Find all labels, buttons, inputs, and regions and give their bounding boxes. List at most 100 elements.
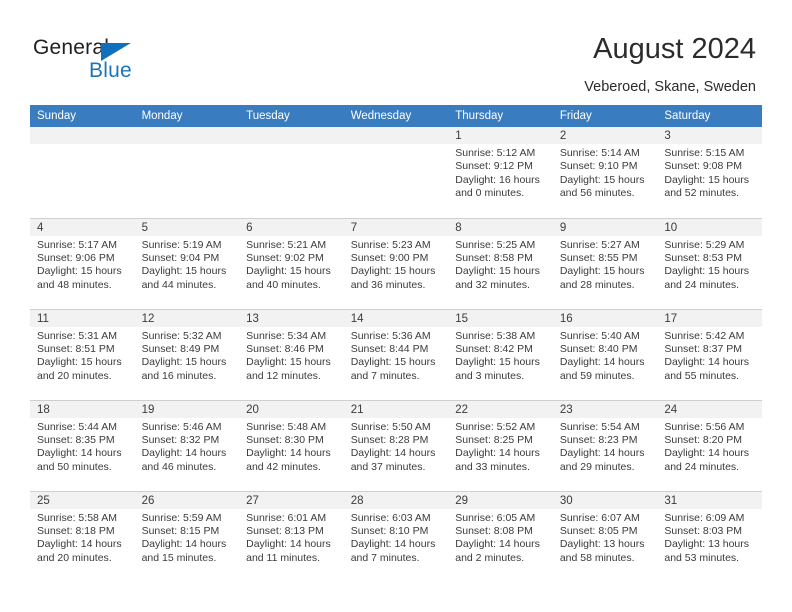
sunrise-text: Sunrise: 5:36 AM xyxy=(350,329,431,342)
calendar-day-cell[interactable]: 27 Sunrise: 6:01 AM Sunset: 8:13 PM Dayligh… xyxy=(239,490,344,582)
day-number xyxy=(134,127,240,144)
weekday-header-friday: Friday xyxy=(552,105,658,127)
calendar-day-cell[interactable]: 6 Sunrise: 5:21 AM Sunset: 9:02 PM Daylight… xyxy=(239,217,344,309)
daylight-text-line1: Daylight: 14 hours xyxy=(141,447,227,460)
daylight-text-line2: and 56 minutes. xyxy=(559,187,635,200)
day-number: 4 xyxy=(30,218,135,236)
daylight-text-line2: and 52 minutes. xyxy=(664,187,740,200)
daylight-text-line1: Daylight: 14 hours xyxy=(37,538,122,551)
sunrise-text: Sunrise: 5:14 AM xyxy=(559,147,640,159)
calendar-cell-empty xyxy=(30,127,135,218)
daylight-text-line1: Daylight: 15 hours xyxy=(664,265,750,278)
day-number: 29 xyxy=(448,491,553,509)
day-details: Sunrise: 6:05 AM Sunset: 8:08 PM Daylight:… xyxy=(448,509,553,566)
calendar-day-cell[interactable]: 29 Sunrise: 6:05 AM Sunset: 8:08 PM Dayligh… xyxy=(448,490,553,582)
calendar-day-cell[interactable]: 3 Sunrise: 5:15 AM Sunset: 9:08 PM Daylight… xyxy=(657,127,762,218)
page-subtitle: Veberoed, Skane, Sweden xyxy=(584,79,756,95)
daylight-text-line2: and 53 minutes. xyxy=(664,551,740,564)
day-number: 21 xyxy=(343,400,449,418)
day-details: Sunrise: 6:01 AM Sunset: 8:13 PM Daylight:… xyxy=(239,509,344,566)
calendar-day-cell[interactable]: 23 Sunrise: 5:54 AM Sunset: 8:23 PM Dayligh… xyxy=(552,399,658,491)
day-details: Sunrise: 5:32 AM Sunset: 8:49 PM Daylight:… xyxy=(135,327,240,384)
calendar-day-cell[interactable]: 30 Sunrise: 6:07 AM Sunset: 8:05 PM Dayligh… xyxy=(552,490,658,582)
sunrise-text: Sunrise: 5:54 AM xyxy=(559,420,640,433)
calendar-day-cell[interactable]: 14 Sunrise: 5:36 AM Sunset: 8:44 PM Dayligh… xyxy=(343,308,449,400)
calendar-day-cell[interactable]: 2 Sunrise: 5:14 AM Sunset: 9:10 PM Daylight… xyxy=(552,127,658,218)
calendar-day-cell[interactable]: 26 Sunrise: 5:59 AM Sunset: 8:15 PM Dayligh… xyxy=(134,490,240,582)
calendar-day-cell[interactable]: 28 Sunrise: 6:03 AM Sunset: 8:10 PM Dayligh… xyxy=(343,490,449,582)
calendar-day-cell[interactable]: 22 Sunrise: 5:52 AM Sunset: 8:25 PM Dayligh… xyxy=(448,399,553,491)
calendar-day-cell[interactable]: 24 Sunrise: 5:56 AM Sunset: 8:20 PM Dayligh… xyxy=(657,399,762,491)
day-number: 24 xyxy=(657,400,762,418)
sunset-text: Sunset: 8:51 PM xyxy=(37,342,115,355)
sunset-text: Sunset: 9:08 PM xyxy=(664,160,743,173)
sunrise-text: Sunrise: 6:09 AM xyxy=(664,511,745,524)
logo[interactable]: General Blue xyxy=(33,36,203,88)
calendar-day-cell[interactable]: 15 Sunrise: 5:38 AM Sunset: 8:42 PM Dayligh… xyxy=(448,308,553,400)
daylight-text-line2: and 15 minutes. xyxy=(141,551,217,564)
day-number: 12 xyxy=(134,309,240,327)
day-number: 30 xyxy=(552,491,658,509)
day-details: Sunrise: 5:25 AM Sunset: 8:58 PM Daylight:… xyxy=(448,236,553,293)
sunset-text: Sunset: 9:00 PM xyxy=(350,251,429,264)
calendar-day-cell[interactable]: 16 Sunrise: 5:40 AM Sunset: 8:40 PM Dayligh… xyxy=(552,308,658,400)
sunrise-text: Sunrise: 5:42 AM xyxy=(664,329,745,342)
daylight-text-line1: Daylight: 13 hours xyxy=(664,538,750,551)
daylight-text-line1: Daylight: 14 hours xyxy=(559,447,645,460)
daylight-text-line2: and 44 minutes. xyxy=(141,278,217,291)
day-number: 11 xyxy=(30,309,135,327)
daylight-text-line2: and 12 minutes. xyxy=(246,369,321,382)
weekday-header-tuesday: Tuesday xyxy=(239,105,344,127)
calendar-body: 1 Sunrise: 5:12 AM Sunset: 9:12 PM Daylight… xyxy=(30,127,762,582)
calendar-day-cell[interactable]: 17 Sunrise: 5:42 AM Sunset: 8:37 PM Dayligh… xyxy=(657,308,762,400)
calendar-day-cell[interactable]: 4 Sunrise: 5:17 AM Sunset: 9:06 PM Daylight… xyxy=(30,217,135,309)
calendar-day-cell[interactable]: 12 Sunrise: 5:32 AM Sunset: 8:49 PM Dayligh… xyxy=(134,308,240,400)
daylight-text-line2: and 32 minutes. xyxy=(455,278,530,291)
sunrise-text: Sunrise: 5:46 AM xyxy=(141,420,222,433)
calendar-day-cell[interactable]: 11 Sunrise: 5:31 AM Sunset: 8:51 PM Dayligh… xyxy=(30,308,135,400)
day-number: 9 xyxy=(552,218,658,236)
daylight-text-line1: Daylight: 13 hours xyxy=(559,538,645,551)
sunset-text: Sunset: 8:08 PM xyxy=(455,524,533,537)
daylight-text-line2: and 7 minutes. xyxy=(350,551,420,564)
sunrise-text: Sunrise: 5:15 AM xyxy=(664,147,745,159)
daylight-text-line2: and 59 minutes. xyxy=(559,369,635,382)
weekday-header-thursday: Thursday xyxy=(448,105,553,127)
logo-text-blue: Blue xyxy=(89,59,132,82)
day-details: Sunrise: 5:17 AM Sunset: 9:06 PM Daylight:… xyxy=(30,236,135,293)
sunrise-text: Sunrise: 6:05 AM xyxy=(455,511,536,524)
sunset-text: Sunset: 9:04 PM xyxy=(141,251,220,264)
day-number: 14 xyxy=(343,309,449,327)
day-details: Sunrise: 5:40 AM Sunset: 8:40 PM Daylight:… xyxy=(553,327,658,384)
sunset-text: Sunset: 9:06 PM xyxy=(37,251,115,264)
sunrise-text: Sunrise: 5:25 AM xyxy=(455,238,536,251)
calendar-day-cell[interactable]: 1 Sunrise: 5:12 AM Sunset: 9:12 PM Daylight… xyxy=(448,127,553,218)
weekday-header-monday: Monday xyxy=(134,105,240,127)
calendar-day-cell[interactable]: 13 Sunrise: 5:34 AM Sunset: 8:46 PM Dayligh… xyxy=(239,308,344,400)
calendar-day-cell[interactable]: 20 Sunrise: 5:48 AM Sunset: 8:30 PM Dayligh… xyxy=(239,399,344,491)
day-number: 20 xyxy=(239,400,344,418)
calendar-day-cell[interactable]: 25 Sunrise: 5:58 AM Sunset: 8:18 PM Dayligh… xyxy=(30,490,135,582)
calendar-day-cell[interactable]: 10 Sunrise: 5:29 AM Sunset: 8:53 PM Dayligh… xyxy=(657,217,762,309)
calendar-day-cell[interactable]: 8 Sunrise: 5:25 AM Sunset: 8:58 PM Daylight… xyxy=(448,217,553,309)
calendar-week-row: 4 Sunrise: 5:17 AM Sunset: 9:06 PM Daylight… xyxy=(30,217,762,309)
calendar-day-cell[interactable]: 5 Sunrise: 5:19 AM Sunset: 9:04 PM Daylight… xyxy=(134,217,240,309)
daylight-text-line1: Daylight: 15 hours xyxy=(350,356,436,369)
daylight-text-line2: and 33 minutes. xyxy=(455,460,530,473)
daylight-text-line1: Daylight: 15 hours xyxy=(455,356,540,369)
calendar-day-cell[interactable]: 21 Sunrise: 5:50 AM Sunset: 8:28 PM Dayligh… xyxy=(343,399,449,491)
sunset-text: Sunset: 8:35 PM xyxy=(37,433,115,446)
calendar-day-cell[interactable]: 9 Sunrise: 5:27 AM Sunset: 8:55 PM Daylight… xyxy=(552,217,658,309)
day-details: Sunrise: 5:38 AM Sunset: 8:42 PM Daylight:… xyxy=(448,327,553,384)
day-details: Sunrise: 5:23 AM Sunset: 9:00 PM Daylight:… xyxy=(344,236,449,293)
day-number: 5 xyxy=(134,218,240,236)
sunset-text: Sunset: 8:40 PM xyxy=(559,342,638,355)
calendar-week-row: 25 Sunrise: 5:58 AM Sunset: 8:18 PM Dayligh… xyxy=(30,490,762,582)
sunrise-text: Sunrise: 5:59 AM xyxy=(141,511,222,524)
sunrise-text: Sunrise: 5:48 AM xyxy=(246,420,327,433)
sunrise-text: Sunrise: 5:44 AM xyxy=(37,420,117,433)
calendar-day-cell[interactable]: 31 Sunrise: 6:09 AM Sunset: 8:03 PM Dayligh… xyxy=(657,490,762,582)
calendar-day-cell[interactable]: 19 Sunrise: 5:46 AM Sunset: 8:32 PM Dayligh… xyxy=(134,399,240,491)
calendar-day-cell[interactable]: 18 Sunrise: 5:44 AM Sunset: 8:35 PM Dayligh… xyxy=(30,399,135,491)
calendar-day-cell[interactable]: 7 Sunrise: 5:23 AM Sunset: 9:00 PM Daylight… xyxy=(343,217,449,309)
